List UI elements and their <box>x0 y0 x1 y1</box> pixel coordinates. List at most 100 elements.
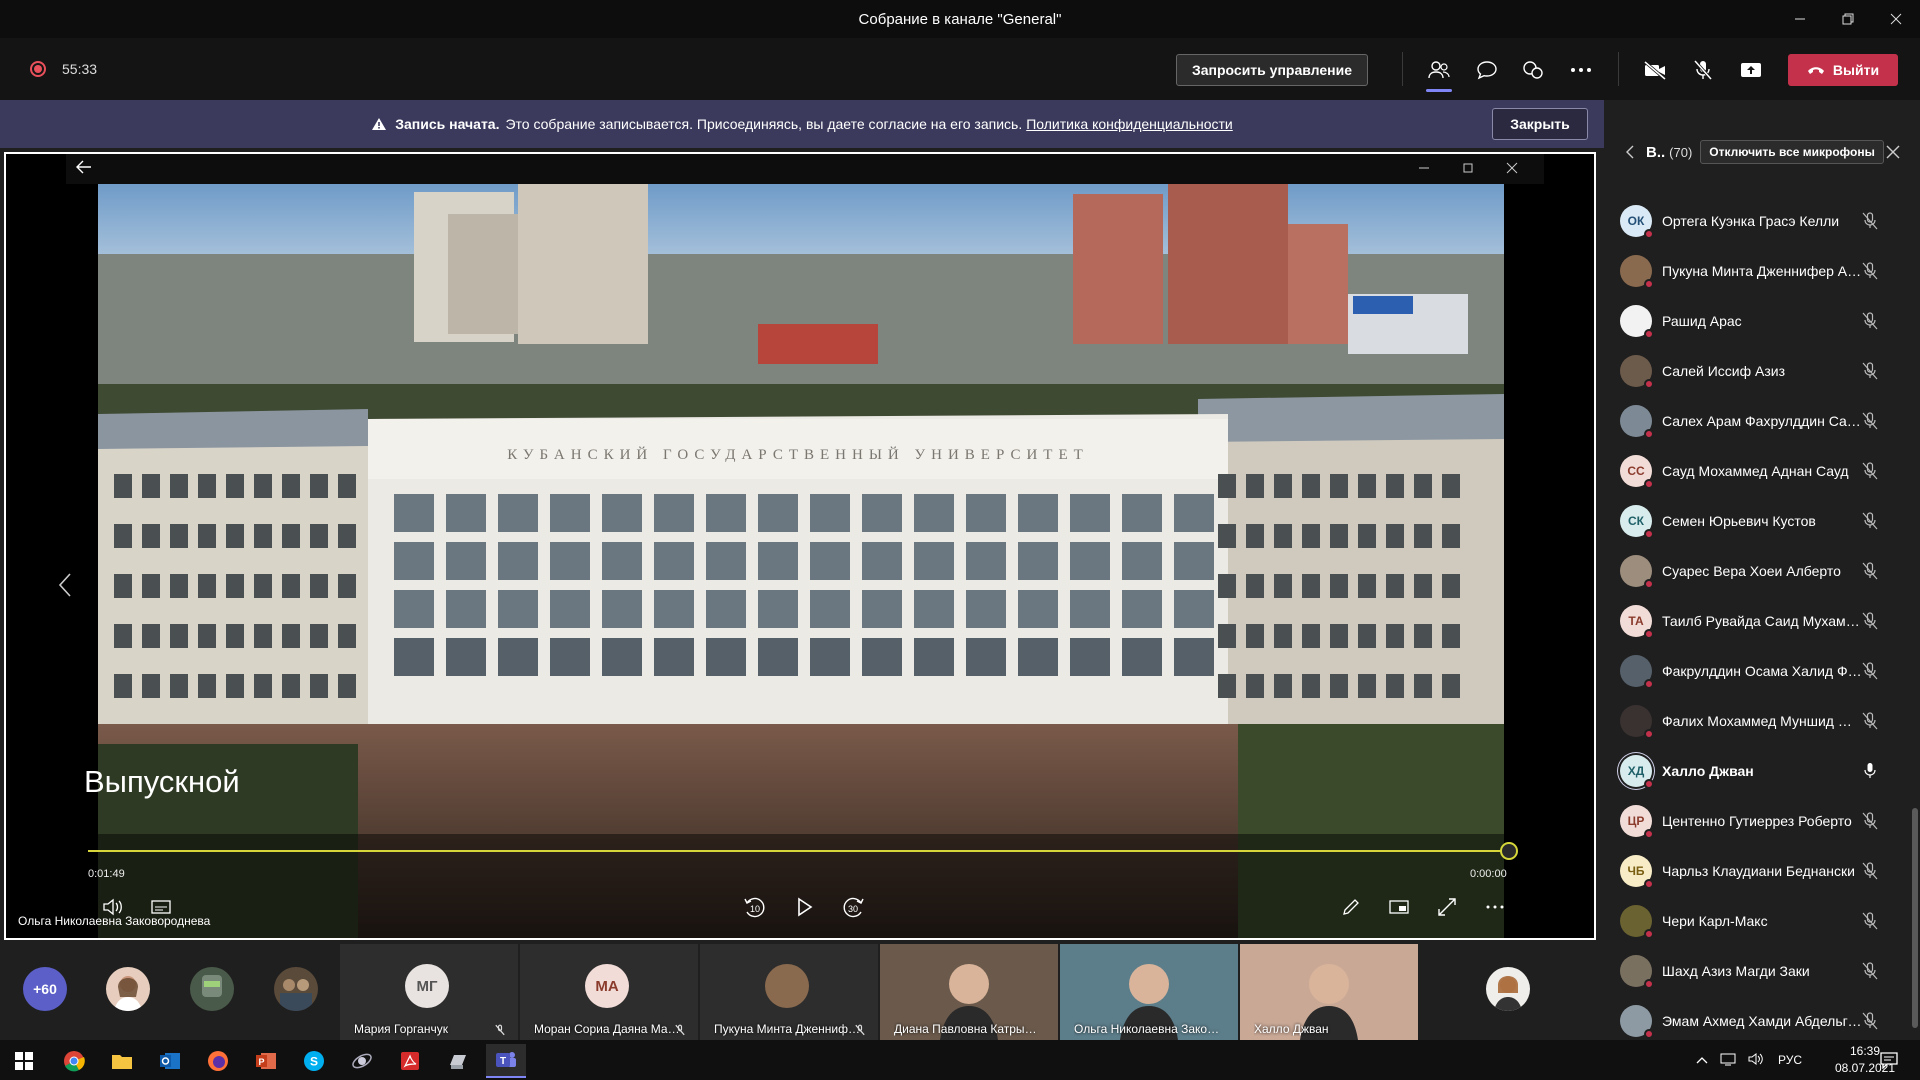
participant-row[interactable]: Факрулддин Осама Халид Факрулддин <box>1604 646 1920 696</box>
rewind-10-icon[interactable]: 10 <box>740 894 770 920</box>
mic-muted-icon[interactable] <box>1860 611 1880 631</box>
more-participants-badge[interactable]: +60 <box>23 967 67 1011</box>
mic-muted-icon[interactable] <box>1860 1011 1880 1031</box>
minimize-icon[interactable] <box>1776 0 1824 38</box>
chat-icon[interactable] <box>1470 54 1504 86</box>
share-screen-icon[interactable] <box>1734 54 1768 86</box>
restore-icon[interactable] <box>1824 0 1872 38</box>
mic-muted-icon[interactable] <box>1860 361 1880 381</box>
keyboard-language[interactable]: РУС <box>1778 1053 1802 1067</box>
strip-avatar[interactable] <box>274 967 318 1011</box>
pen-icon[interactable] <box>1336 894 1366 920</box>
participant-row[interactable]: Эмам Ахмед Хамди Абдельгавад <box>1604 996 1920 1046</box>
printer-app-icon[interactable] <box>438 1044 478 1078</box>
mic-muted-icon[interactable] <box>1860 811 1880 831</box>
outlook-icon[interactable] <box>150 1044 190 1078</box>
fullscreen-icon[interactable] <box>1432 894 1462 920</box>
mic-muted-icon[interactable] <box>1860 661 1880 681</box>
mini-view-icon[interactable] <box>1384 894 1414 920</box>
forward-30-icon[interactable]: 30 <box>838 894 868 920</box>
participants-icon[interactable] <box>1422 54 1456 92</box>
file-explorer-icon[interactable] <box>102 1044 142 1078</box>
windows-start-icon[interactable] <box>4 1044 44 1078</box>
participant-tile[interactable]: МГ Мария Горганчук <box>340 944 518 1040</box>
participant-row[interactable]: Рашид Арас <box>1604 296 1920 346</box>
participant-row[interactable]: ЦР Центенно Гутиеррез Роберто <box>1604 796 1920 846</box>
speaker-icon[interactable] <box>1748 1052 1764 1069</box>
mic-off-icon[interactable] <box>1686 54 1720 86</box>
video-frame[interactable]: КУБАНСКИЙ ГОСУДАРСТВЕННЫЙ УНИВЕРСИТЕТ <box>98 184 1504 938</box>
participant-row[interactable]: Пукуна Минта Дженнифер Анна <box>1604 246 1920 296</box>
firefox-icon[interactable] <box>198 1044 238 1078</box>
participant-row[interactable]: ОК Ортега Куэнка Грасэ Келли <box>1604 196 1920 246</box>
participant-tile[interactable]: Диана Павловна Катрычева <box>880 944 1058 1040</box>
presence-status-icon <box>1644 1029 1654 1039</box>
participant-row[interactable]: ХД Халло Джван <box>1604 746 1920 796</box>
mic-muted-icon[interactable] <box>1860 561 1880 581</box>
participant-tile[interactable]: МА Моран Сориа Даяна Мария <box>520 944 698 1040</box>
panel-scrollbar[interactable] <box>1912 808 1918 1028</box>
privacy-policy-link[interactable]: Политика конфиденциальности <box>1026 116 1233 132</box>
teams-icon[interactable]: T <box>486 1044 526 1078</box>
strip-avatar[interactable] <box>1486 967 1530 1011</box>
participant-row[interactable]: СК Семен Юрьевич Кустов <box>1604 496 1920 546</box>
participant-row[interactable]: Фалих Мохаммед Муншид Фалих <box>1604 696 1920 746</box>
player-restore-icon[interactable] <box>1462 161 1474 179</box>
mute-all-button[interactable]: Отключить все микрофоны <box>1700 140 1884 164</box>
close-window-icon[interactable] <box>1872 0 1920 38</box>
wing-window <box>114 624 132 648</box>
presence-status-icon <box>1644 379 1654 389</box>
wing-window <box>310 474 328 498</box>
mic-muted-icon[interactable] <box>1860 511 1880 531</box>
participant-row[interactable]: Салей Иссиф Азиз <box>1604 346 1920 396</box>
notifications-icon[interactable] <box>1880 1051 1898 1074</box>
back-arrow-icon[interactable] <box>76 160 92 179</box>
participant-tile[interactable]: Пукуна Минта Дженнифер Анна <box>700 944 878 1040</box>
request-control-button[interactable]: Запросить управление <box>1176 54 1368 86</box>
progress-knob[interactable] <box>1500 842 1518 860</box>
player-minimize-icon[interactable] <box>1418 161 1430 179</box>
progress-bar[interactable] <box>88 850 1508 852</box>
mic-muted-icon[interactable] <box>1860 411 1880 431</box>
play-icon[interactable] <box>790 894 820 920</box>
mic-muted-icon[interactable] <box>1860 261 1880 281</box>
satellite-app-icon[interactable] <box>342 1044 382 1078</box>
wing-window <box>1414 624 1432 648</box>
breakout-rooms-icon[interactable] <box>1516 54 1550 86</box>
powerpoint-icon[interactable]: P <box>246 1044 286 1078</box>
mic-muted-icon[interactable] <box>1860 911 1880 931</box>
strip-avatar[interactable] <box>190 967 234 1011</box>
participant-row[interactable]: СС Сауд Мохаммед Аднан Сауд <box>1604 446 1920 496</box>
participant-row[interactable]: ЧБ Чарльз Клаудиани Беднански <box>1604 846 1920 896</box>
tray-expand-icon[interactable] <box>1696 1053 1708 1067</box>
participant-row[interactable]: Шахд Азиз Магди Заки <box>1604 946 1920 996</box>
chrome-icon[interactable] <box>54 1044 94 1078</box>
participant-row[interactable]: Суарес Вера Хоеи Алберто <box>1604 546 1920 596</box>
participant-tile[interactable]: Ольга Николаевна Заковороднева <box>1060 944 1238 1040</box>
panel-back-icon[interactable] <box>1626 145 1634 164</box>
player-close-icon[interactable] <box>1506 161 1518 179</box>
participant-row[interactable]: Салех Арам Фахрулддин Салех <box>1604 396 1920 446</box>
mic-on-icon[interactable] <box>1860 761 1880 781</box>
participant-row[interactable]: Чери Карл-Макс <box>1604 896 1920 946</box>
skype-icon[interactable]: S <box>294 1044 334 1078</box>
camera-off-icon[interactable] <box>1638 54 1672 86</box>
participant-row[interactable]: ТА Таилб Рувайда Саид Мухаммед <box>1604 596 1920 646</box>
previous-slide-icon[interactable] <box>58 572 72 603</box>
mic-muted-icon[interactable] <box>1860 311 1880 331</box>
participants-panel: В.. (70) Отключить все микрофоны ОК Ортег… <box>1604 100 1920 1040</box>
network-icon[interactable] <box>1720 1052 1736 1069</box>
mic-muted-icon[interactable] <box>1860 211 1880 231</box>
mic-muted-icon[interactable] <box>1860 711 1880 731</box>
leave-button[interactable]: Выйти <box>1788 54 1898 86</box>
player-more-icon[interactable] <box>1480 894 1510 920</box>
participant-tile[interactable]: Халло Джван <box>1240 944 1418 1040</box>
strip-avatar[interactable] <box>106 967 150 1011</box>
mic-muted-icon[interactable] <box>1860 861 1880 881</box>
mic-muted-icon[interactable] <box>1860 961 1880 981</box>
more-options-icon[interactable] <box>1564 54 1598 86</box>
acrobat-icon[interactable] <box>390 1044 430 1078</box>
mic-muted-icon[interactable] <box>1860 461 1880 481</box>
close-banner-button[interactable]: Закрыть <box>1492 108 1588 140</box>
panel-close-icon[interactable] <box>1886 145 1900 164</box>
